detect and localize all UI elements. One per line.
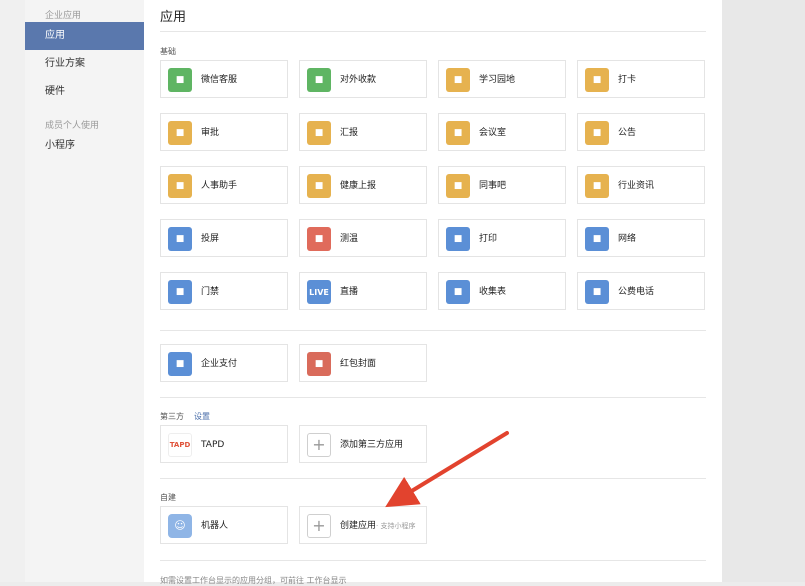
annotation-arrow [385, 431, 509, 508]
